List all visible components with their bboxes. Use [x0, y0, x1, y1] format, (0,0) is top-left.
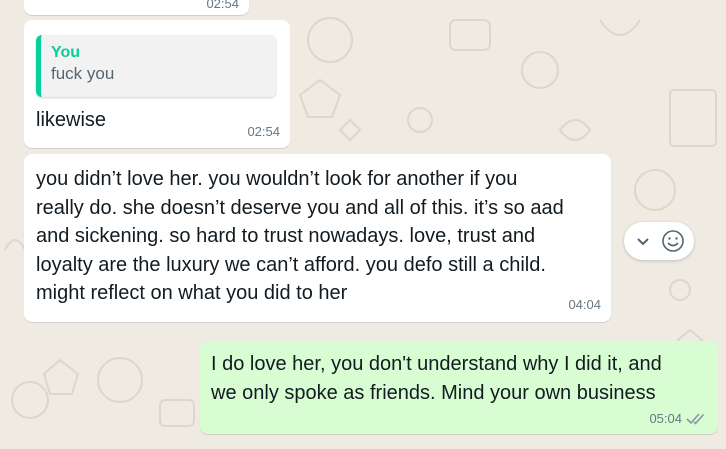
- quoted-author: You: [51, 44, 81, 61]
- message-bubble-reply[interactable]: You fuck you likewise 02:54: [24, 20, 290, 148]
- message-text: likewise: [36, 109, 107, 131]
- emoji-icon[interactable]: [661, 229, 685, 253]
- message-line: and sickening. so hard to trust nowadays…: [36, 225, 536, 248]
- message-bubble-outgoing[interactable]: I do love her, you don't understand why …: [200, 341, 718, 434]
- message-line: you didn’t love her. you wouldn’t look f…: [36, 168, 518, 190]
- double-check-icon: [686, 412, 706, 426]
- message-time: 02:54: [206, 0, 239, 11]
- message-line: might reflect on what you did to her: [36, 282, 348, 305]
- chevron-down-icon[interactable]: [634, 232, 652, 250]
- message-time: 05:04: [649, 411, 682, 426]
- message-time: 02:54: [247, 124, 280, 139]
- message-line: loyalty are the luxury we can’t afford. …: [36, 253, 546, 276]
- quoted-message[interactable]: You fuck you: [36, 35, 276, 97]
- message-bubble-incoming[interactable]: you didn’t love her. you wouldn’t look f…: [24, 154, 611, 322]
- message-time: 04:04: [568, 297, 601, 312]
- message-line: we only spoke as friends. Mind your own …: [211, 381, 656, 404]
- message-bubble-incoming[interactable]: 02:54: [24, 0, 249, 15]
- quoted-text: fuck you: [51, 64, 115, 83]
- message-line: I do love her, you don't understand why …: [211, 353, 662, 375]
- message-line: really do. she doesn’t deserve you and a…: [36, 196, 564, 219]
- message-actions: [624, 222, 694, 260]
